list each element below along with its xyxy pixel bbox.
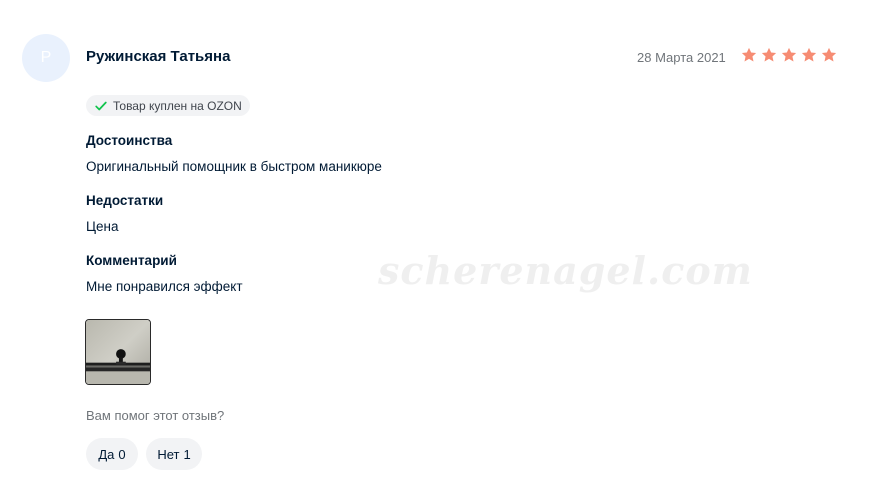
check-icon bbox=[95, 101, 107, 110]
watermark: scherenagel.com bbox=[378, 248, 753, 293]
star-icon bbox=[761, 47, 777, 62]
pros-text: Оригинальный помощник в быстром маникюре bbox=[86, 159, 382, 174]
pros-title: Достоинства bbox=[86, 133, 173, 148]
vote-no-button[interactable]: Нет 1 bbox=[146, 438, 202, 470]
avatar[interactable]: Р bbox=[22, 34, 70, 82]
vote-yes-count: 0 bbox=[118, 446, 126, 462]
review-photo-thumbnail[interactable] bbox=[85, 319, 151, 385]
review-author[interactable]: Ружинская Татьяна bbox=[86, 48, 230, 65]
photo-image bbox=[86, 320, 150, 384]
review-date: 28 Марта 2021 bbox=[637, 50, 726, 65]
rating-stars bbox=[740, 46, 838, 64]
vote-yes-button[interactable]: Да 0 bbox=[86, 438, 138, 470]
cons-text: Цена bbox=[86, 219, 119, 234]
star-icon bbox=[821, 47, 837, 62]
comment-title: Комментарий bbox=[86, 253, 177, 268]
cons-title: Недостатки bbox=[86, 193, 164, 208]
vote-no-count: 1 bbox=[183, 446, 191, 462]
vote-no-label: Нет bbox=[157, 446, 180, 462]
star-icon bbox=[741, 47, 757, 62]
star-icon bbox=[781, 47, 797, 62]
vote-yes-label: Да bbox=[98, 446, 115, 462]
helpful-question: Вам помог этот отзыв? bbox=[86, 408, 225, 423]
star-icon bbox=[801, 47, 817, 62]
verified-purchase-badge: Товар куплен на OZON bbox=[86, 95, 250, 116]
comment-text: Мне понравился эффект bbox=[86, 279, 243, 294]
verified-label: Товар куплен на OZON bbox=[113, 98, 242, 113]
